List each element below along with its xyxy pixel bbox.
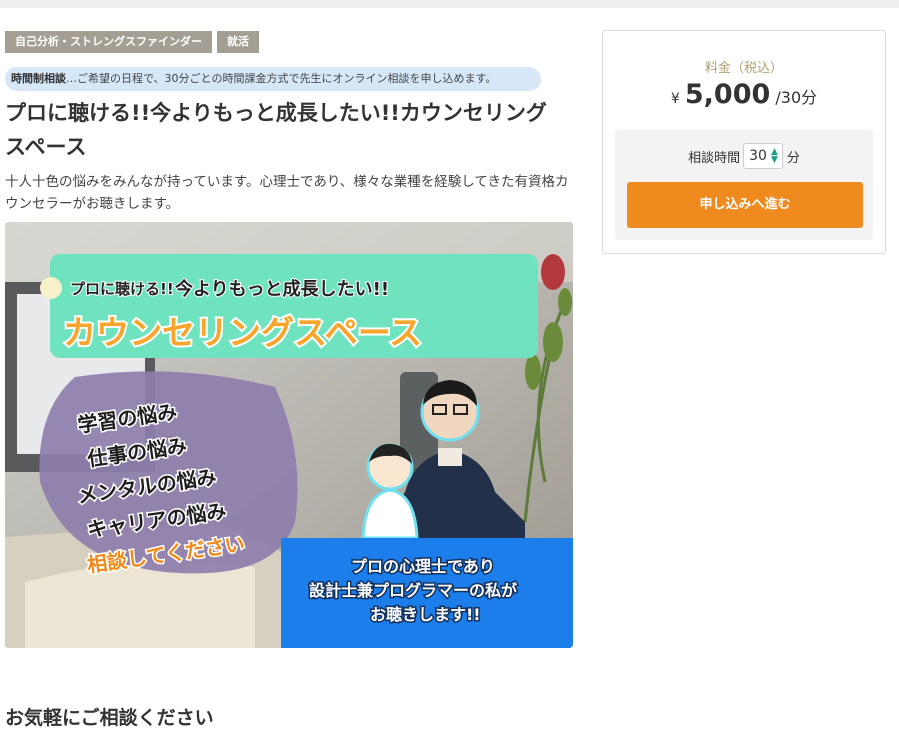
hero-small-caption: プロに聴ける!! <box>70 280 174 298</box>
top-bar <box>0 0 899 8</box>
consultation-type-label: 時間制相談 <box>11 72 66 85</box>
duration-stepper[interactable]: 30 ▲ ▼ <box>743 143 783 169</box>
price-amount: 5,000 <box>684 79 771 110</box>
hero-intro-line-1: プロの心理士であり <box>351 557 495 576</box>
hero-intro-line-3: お聴きします!! <box>370 605 481 624</box>
duration-row: 相談時間 30 ▲ ▼ 分 <box>615 143 873 169</box>
pricing-card: 料金（税込） ¥ 5,000 /30分 相談時間 30 ▲ ▼ 分 申し込みへ進… <box>602 30 886 254</box>
hero-image: プロに聴ける!! 今よりもっと成長したい!! カウンセリングスペース 学習の悩み… <box>5 222 573 648</box>
service-description: 十人十色の悩みをみんなが持っています。心理士であり、様々な業種を経験してきた有資… <box>5 174 569 212</box>
price-label: 料金（税込） <box>704 61 783 76</box>
page-title: プロに聴ける!!今よりもっと成長したい!!カウンセリングスペース <box>5 101 547 159</box>
tag-job-hunting[interactable]: 就活 <box>217 31 259 53</box>
duration-unit: 分 <box>786 150 800 166</box>
price-unit: /30分 <box>775 88 818 107</box>
duration-label: 相談時間 <box>688 150 741 166</box>
consultation-type-notice: 時間制相談…ご希望の日程で、30分ごとの時間課金方式で先生にオンライン相談を申し… <box>5 67 541 91</box>
section-heading: お気軽にご相談ください <box>5 707 214 729</box>
price: ¥ 5,000 /30分 <box>603 79 885 110</box>
stepper-arrows[interactable]: ▲ ▼ <box>771 148 778 165</box>
duration-value[interactable]: 30 <box>749 148 767 164</box>
tag-self-analysis[interactable]: 自己分析・ストレングスファインダー <box>5 31 212 53</box>
hero-tagline: 今よりもっと成長したい!! <box>175 278 389 300</box>
consultation-type-text: …ご希望の日程で、30分ごとの時間課金方式で先生にオンライン相談を申し込めます。 <box>66 72 497 85</box>
stepper-down-icon[interactable]: ▼ <box>771 156 778 165</box>
booking-panel: 相談時間 30 ▲ ▼ 分 申し込みへ進む <box>615 130 873 240</box>
category-tags: 自己分析・ストレングスファインダー 就活 <box>5 31 259 53</box>
apply-button[interactable]: 申し込みへ進む <box>627 182 863 228</box>
hero-intro-line-2: 設計士兼プログラマーの私が <box>309 581 517 600</box>
currency-symbol: ¥ <box>670 91 680 107</box>
hero-banner-title: カウンセリングスペース <box>63 313 422 352</box>
